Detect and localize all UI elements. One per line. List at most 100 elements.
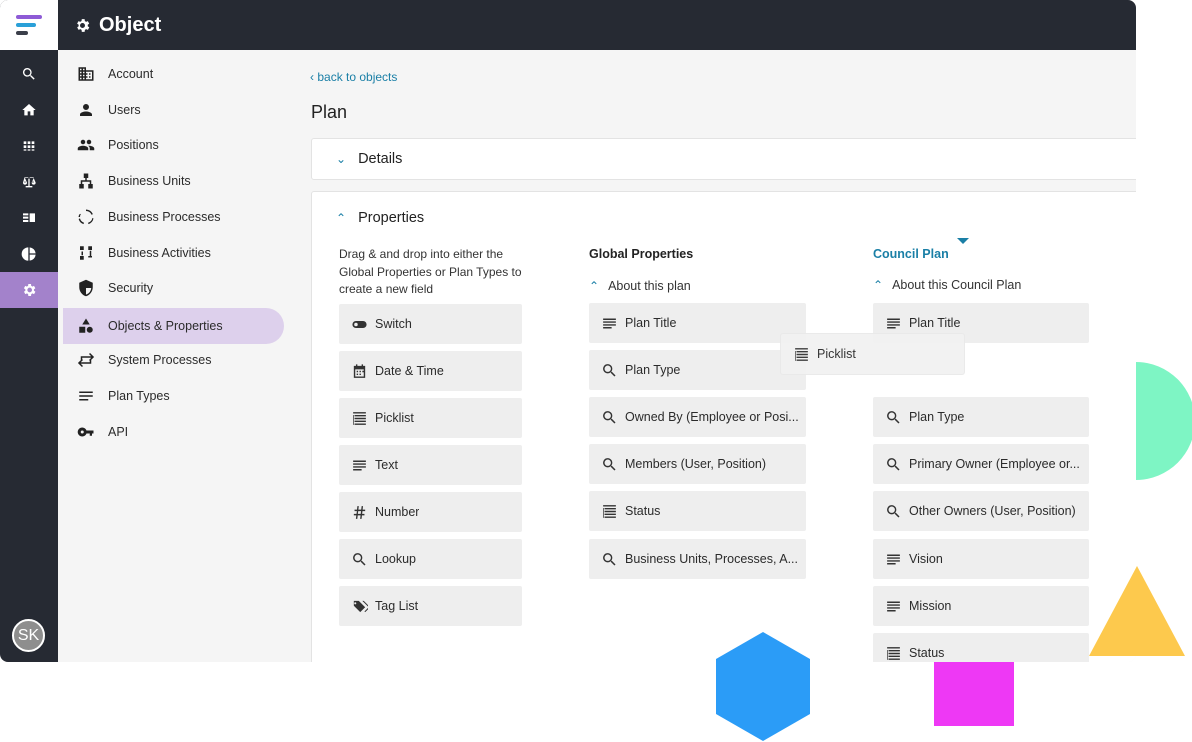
- gear-icon: [23, 284, 36, 296]
- field-type-text[interactable]: Text: [339, 445, 522, 485]
- council-field-other-owners[interactable]: Other Owners (User, Position): [873, 491, 1089, 531]
- lines-icon: [79, 391, 93, 401]
- sidebar-item-account[interactable]: Account: [63, 56, 284, 92]
- picklist-icon: [795, 347, 808, 361]
- rail-settings[interactable]: [0, 272, 58, 308]
- chevron-down-icon: ⌄: [336, 152, 347, 166]
- rail-home[interactable]: [0, 92, 58, 128]
- search-icon: [887, 504, 900, 518]
- field-type-tag-list[interactable]: Tag List: [339, 586, 522, 626]
- picklist-icon: [887, 646, 900, 660]
- sidebar-item-objects-properties[interactable]: Objects & Properties: [63, 308, 284, 344]
- chevron-up-icon: ⌃: [873, 278, 884, 292]
- user-avatar[interactable]: SK: [12, 619, 45, 652]
- sidebar-item-positions[interactable]: Positions: [63, 127, 284, 163]
- search-icon: [603, 552, 616, 566]
- field-type-switch[interactable]: Switch: [339, 304, 522, 344]
- council-field-primary-owner[interactable]: Primary Owner (Employee or...: [873, 444, 1089, 484]
- search-icon: [603, 410, 616, 424]
- search-icon: [353, 552, 366, 566]
- search-icon: [887, 457, 900, 471]
- page-header-title: Object: [99, 13, 162, 36]
- field-type-lookup[interactable]: Lookup: [339, 539, 522, 579]
- sidebar-item-business-activities[interactable]: Business Activities: [63, 235, 284, 271]
- rail-reports[interactable]: [0, 236, 58, 272]
- dragging-picklist-chip[interactable]: Picklist: [781, 334, 964, 374]
- text-icon: [353, 460, 366, 470]
- global-field-owned-by[interactable]: Owned By (Employee or Posi...: [589, 397, 806, 437]
- app-logo[interactable]: [0, 0, 58, 50]
- details-toggle[interactable]: ⌄ Details: [312, 139, 1136, 179]
- rail-search[interactable]: [0, 56, 58, 92]
- blue-hexagon: [716, 632, 810, 741]
- sidebar-item-label: Users: [108, 103, 141, 117]
- app-window: SK Object Account Users Positions Busine…: [0, 0, 1136, 662]
- field-type-number[interactable]: Number: [339, 492, 522, 532]
- hierarchy-icon: [79, 173, 93, 189]
- global-field-plan-type[interactable]: Plan Type: [589, 350, 806, 390]
- board-icon: [23, 213, 35, 222]
- council-field-status[interactable]: Status: [873, 633, 1089, 662]
- sidebar-item-system-processes[interactable]: System Processes: [63, 342, 284, 378]
- main-content: ‹ back to objects Plan ⌄ Details ⌃ Prope…: [294, 50, 1136, 662]
- rail-grid[interactable]: [0, 128, 58, 164]
- user-icon: [80, 104, 92, 116]
- people-icon: [77, 139, 95, 151]
- about-this-plan-toggle[interactable]: ⌃ About this plan: [589, 279, 691, 293]
- sidebar-item-api[interactable]: API: [63, 414, 284, 450]
- top-bar: Object: [58, 0, 1136, 50]
- sidebar-item-label: System Processes: [108, 353, 212, 367]
- global-properties-title: Global Properties: [589, 247, 694, 261]
- picklist-icon: [603, 504, 616, 518]
- details-label: Details: [358, 151, 403, 167]
- swap-icon: [77, 352, 95, 368]
- hash-icon: [353, 505, 366, 519]
- global-field-business-units[interactable]: Business Units, Processes, A...: [589, 539, 806, 579]
- sidebar-item-business-processes[interactable]: Business Processes: [63, 199, 284, 235]
- gear-icon: [77, 18, 90, 32]
- text-icon: [887, 601, 900, 611]
- magenta-square: [934, 662, 1014, 726]
- global-field-status[interactable]: Status: [589, 491, 806, 531]
- rail-board[interactable]: [0, 200, 58, 236]
- scale-icon: [23, 176, 36, 188]
- tags-icon: [352, 600, 368, 612]
- council-plan-title[interactable]: Council Plan: [873, 247, 949, 261]
- nav-rail: SK: [0, 0, 58, 662]
- chevron-up-icon: ⌃: [336, 211, 347, 225]
- sidebar-item-label: Business Activities: [108, 246, 211, 260]
- rail-scale[interactable]: [0, 164, 58, 200]
- logo-icon: [16, 15, 42, 35]
- council-field-plan-type[interactable]: Plan Type: [873, 397, 1089, 437]
- properties-toggle[interactable]: ⌃ Properties: [336, 210, 424, 226]
- building-icon: [78, 67, 94, 81]
- sidebar-item-label: Business Units: [108, 174, 191, 188]
- shield-icon: [79, 279, 93, 297]
- drag-hint: Drag & and drop into either the Global P…: [339, 247, 522, 296]
- sidebar-item-business-units[interactable]: Business Units: [63, 163, 284, 199]
- global-field-members[interactable]: Members (User, Position): [589, 444, 806, 484]
- sidebar-item-label: Account: [108, 67, 154, 81]
- field-type-date-time[interactable]: Date & Time: [339, 351, 522, 391]
- page-title: Plan: [311, 102, 348, 122]
- sidebar-item-security[interactable]: Security: [63, 270, 284, 306]
- sidebar-item-label: Positions: [108, 138, 159, 152]
- council-field-vision[interactable]: Vision: [873, 539, 1089, 579]
- shapes-icon: [79, 318, 93, 333]
- field-type-picklist[interactable]: Picklist: [339, 398, 522, 438]
- grid-icon: [23, 141, 35, 151]
- caret-down-icon[interactable]: [957, 238, 969, 244]
- sidebar-item-label: Objects & Properties: [108, 319, 223, 333]
- toggle-icon: [352, 320, 367, 328]
- chevron-left-icon: ‹: [310, 70, 314, 84]
- calendar-icon: [353, 363, 366, 378]
- sidebar-item-label: Security: [108, 281, 154, 295]
- back-link[interactable]: ‹ back to objects: [310, 70, 397, 84]
- global-field-plan-title[interactable]: Plan Title: [589, 303, 806, 343]
- about-council-plan-toggle[interactable]: ⌃ About this Council Plan: [873, 278, 1021, 292]
- sidebar-item-plan-types[interactable]: Plan Types: [63, 378, 284, 414]
- sidebar-item-users[interactable]: Users: [63, 92, 284, 128]
- council-field-mission[interactable]: Mission: [873, 586, 1089, 626]
- home-icon: [22, 104, 36, 116]
- chevron-up-icon: ⌃: [589, 279, 600, 293]
